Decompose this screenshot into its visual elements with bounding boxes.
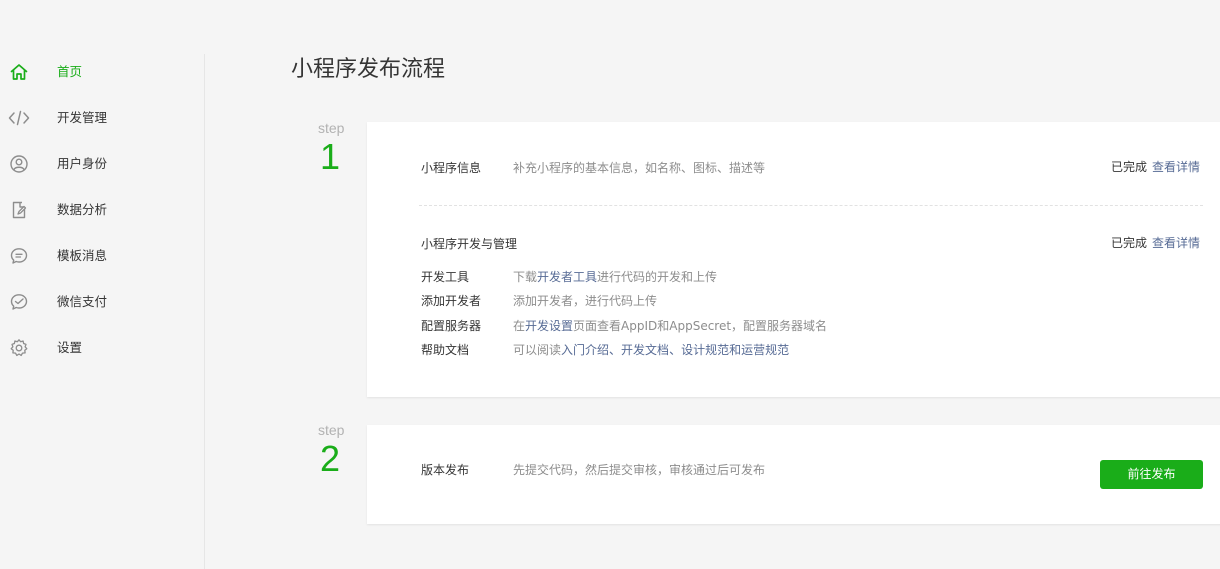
- step-number: 1: [320, 136, 341, 177]
- help-docs-separator: 、: [609, 343, 622, 357]
- help-docs-separator: 、: [669, 343, 682, 357]
- sidebar-item-settings[interactable]: 设置: [0, 325, 204, 371]
- sidebar-item-dev-manage[interactable]: 开发管理: [0, 95, 204, 141]
- add-developer-label: 添加开发者: [421, 294, 482, 308]
- divider: [419, 205, 1203, 206]
- mini-program-info-desc: 补充小程序的基本信息，如名称、图标、描述等: [513, 161, 766, 175]
- home-icon: [8, 61, 30, 83]
- step-card: 版本发布 先提交代码，然后提交审核，审核通过后可发布 前往发布: [367, 425, 1220, 524]
- status-text: 已完成: [1111, 236, 1148, 250]
- developer-tools-link[interactable]: 开发者工具: [537, 270, 597, 284]
- configure-server-label: 配置服务器: [421, 319, 482, 333]
- mini-program-info-label: 小程序信息: [421, 161, 482, 175]
- help-docs-separator: 和: [729, 343, 742, 357]
- dev-tools-desc-prefix: 下载: [513, 270, 538, 284]
- sidebar-divider: [204, 54, 205, 569]
- page-title: 小程序发布流程: [291, 57, 446, 82]
- sidebar-item-template-message[interactable]: 模板消息: [0, 233, 204, 279]
- release-label: 版本发布: [421, 463, 470, 477]
- step-label: step: [318, 422, 345, 438]
- dev-manage-section-title: 小程序开发与管理: [421, 237, 518, 251]
- design-guidelines-link[interactable]: 设计规范: [681, 343, 729, 357]
- view-details-link[interactable]: 查看详情: [1152, 158, 1200, 176]
- help-docs-desc: 可以阅读入门介绍、开发文档、设计规范和运营规范: [513, 341, 789, 359]
- configure-server-desc-prefix: 在: [513, 319, 526, 333]
- sidebar-item-label: 首页: [57, 64, 83, 79]
- sidebar-item-data-analysis[interactable]: 数据分析: [0, 187, 204, 233]
- view-details-link[interactable]: 查看详情: [1152, 234, 1200, 252]
- sidebar-item-label: 微信支付: [57, 294, 108, 309]
- dev-settings-link[interactable]: 开发设置: [525, 319, 573, 333]
- help-docs-desc-prefix: 可以阅读: [513, 343, 562, 357]
- sidebar-item-label: 设置: [57, 340, 83, 355]
- release-desc: 先提交代码，然后提交审核，审核通过后可发布: [513, 463, 766, 477]
- sidebar-item-wechat-pay[interactable]: 微信支付: [0, 279, 204, 325]
- add-developer-desc: 添加开发者，进行代码上传: [513, 294, 658, 308]
- step-number: 2: [320, 438, 341, 479]
- step-card: 小程序信息 补充小程序的基本信息，如名称、图标、描述等 已完成 查看详情 小程序…: [367, 122, 1220, 397]
- payment-icon: [8, 291, 30, 313]
- step-label: step: [318, 120, 345, 136]
- sidebar-item-label: 数据分析: [57, 202, 108, 217]
- dev-tools-desc-suffix: 进行代码的开发和上传: [597, 270, 718, 284]
- help-docs-label: 帮助文档: [421, 343, 470, 357]
- sidebar-item-user-identity[interactable]: 用户身份: [0, 141, 204, 187]
- configure-server-desc: 在开发设置页面查看AppID和AppSecret，配置服务器域名: [513, 317, 827, 335]
- code-icon: [8, 107, 30, 129]
- message-icon: [8, 245, 30, 267]
- getting-started-link[interactable]: 入门介绍: [561, 343, 609, 357]
- sidebar-item-label: 用户身份: [57, 156, 108, 171]
- sidebar-item-label: 模板消息: [57, 248, 108, 263]
- operation-guidelines-link[interactable]: 运营规范: [741, 343, 789, 357]
- status-text: 已完成: [1111, 160, 1148, 174]
- dev-tools-label: 开发工具: [421, 270, 470, 284]
- dev-tools-desc: 下载开发者工具进行代码的开发和上传: [513, 268, 717, 286]
- sidebar-item-label: 开发管理: [57, 110, 108, 125]
- sidebar-item-home[interactable]: 首页: [0, 49, 204, 95]
- configure-server-desc-suffix: 页面查看AppID和AppSecret，配置服务器域名: [573, 319, 828, 333]
- sidebar: 首页 开发管理 用户身份 数据分析 模板消息 微信支付 设置: [0, 0, 205, 569]
- gear-icon: [8, 337, 30, 359]
- file-edit-icon: [8, 199, 30, 221]
- dev-docs-link[interactable]: 开发文档: [621, 343, 669, 357]
- user-icon: [8, 153, 30, 175]
- go-publish-button[interactable]: 前往发布: [1100, 460, 1203, 489]
